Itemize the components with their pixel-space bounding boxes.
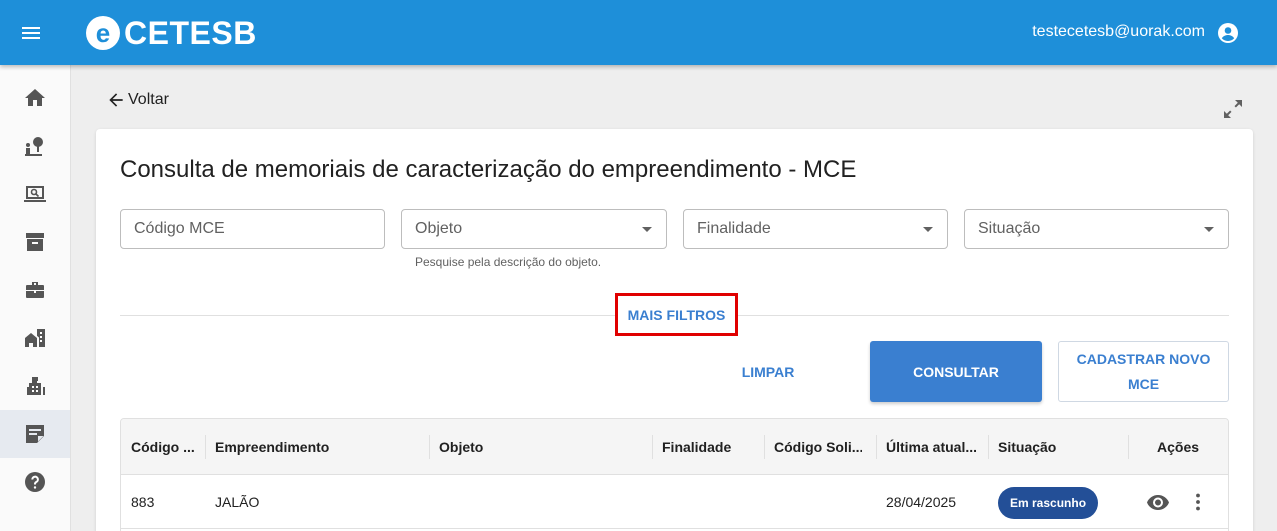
clear-button[interactable]: LIMPAR: [720, 341, 816, 402]
column-separator: [1128, 435, 1129, 459]
status-select[interactable]: Situação: [964, 209, 1229, 249]
results-table: Código ... Empreendimento Objeto Finalid…: [120, 418, 1229, 531]
edit-note-icon: [26, 425, 44, 443]
more-filters-button[interactable]: MAIS FILTROS: [615, 293, 738, 336]
column-separator: [652, 435, 653, 459]
code-mce-placeholder: Código MCE: [134, 220, 225, 237]
menu-icon[interactable]: [19, 21, 43, 45]
code-mce-input[interactable]: Código MCE: [120, 209, 385, 249]
column-header-last-update[interactable]: Última atual...: [886, 419, 976, 475]
laptop-search-icon: [24, 186, 46, 202]
search-card: Consulta de memoriais de caracterização …: [96, 129, 1253, 531]
column-header-code[interactable]: Código ...: [131, 419, 195, 475]
house-building-icon: [25, 329, 45, 347]
sidebar-item-briefcase[interactable]: [0, 266, 70, 314]
column-header-purpose[interactable]: Finalidade: [662, 419, 752, 475]
arrow-back-icon: [109, 93, 123, 107]
sidebar-item-archive[interactable]: [0, 218, 70, 266]
sidebar-item-home[interactable]: [0, 74, 70, 122]
sidebar-item-city[interactable]: [0, 362, 70, 410]
account-circle-icon[interactable]: [1216, 21, 1240, 45]
status-select-label: Situação: [978, 220, 1041, 237]
top-app-bar: e CETESB testecetesb@uorak.com: [0, 0, 1277, 65]
sidebar-item-mce[interactable]: [0, 410, 70, 458]
column-separator: [988, 435, 989, 459]
briefcase-icon: [26, 282, 44, 298]
cell-last-update: 28/04/2025: [886, 493, 957, 510]
search-button[interactable]: CONSULTAR: [870, 341, 1042, 402]
sidebar-item-laptop[interactable]: [0, 170, 70, 218]
sidebar: [0, 65, 71, 531]
dropdown-arrow-icon: [642, 227, 652, 232]
column-header-actions: Ações: [1157, 439, 1200, 455]
sidebar-item-buildings[interactable]: [0, 314, 70, 362]
column-separator: [764, 435, 765, 459]
city-icon: [27, 377, 45, 395]
logo-mark: e: [86, 16, 120, 50]
help-icon: [25, 472, 45, 492]
table-header: Código ... Empreendimento Objeto Finalid…: [121, 419, 1228, 475]
person-location-icon: [25, 137, 43, 156]
dropdown-arrow-icon: [923, 227, 933, 232]
object-hint: Pesquise pela descrição do objeto.: [415, 255, 602, 269]
archive-icon: [26, 233, 44, 251]
more-vert-icon[interactable]: [1186, 490, 1210, 514]
sidebar-item-location[interactable]: [0, 122, 70, 170]
logo-text: CETESB: [124, 14, 257, 51]
object-select[interactable]: Objeto: [401, 209, 667, 249]
column-header-request-code[interactable]: Código Soli...: [774, 419, 862, 475]
table-row[interactable]: 883 JALÃO 28/04/2025 Em rascunho: [121, 475, 1228, 529]
column-separator: [429, 435, 430, 459]
column-header-object[interactable]: Objeto: [439, 419, 639, 475]
cell-enterprise: JALÃO: [215, 493, 260, 510]
back-label: Voltar: [128, 91, 169, 108]
object-select-label: Objeto: [415, 220, 463, 237]
column-separator: [876, 435, 877, 459]
user-email: testecetesb@uorak.com: [1032, 23, 1205, 40]
view-icon[interactable]: [1146, 490, 1170, 514]
column-header-enterprise[interactable]: Empreendimento: [215, 419, 415, 475]
page-title: Consulta de memoriais de caracterização …: [120, 156, 857, 183]
cell-code: 883: [131, 493, 155, 510]
purpose-select[interactable]: Finalidade: [683, 209, 948, 249]
new-mce-button[interactable]: CADASTRAR NOVO MCE: [1058, 341, 1229, 402]
dropdown-arrow-icon: [1204, 227, 1214, 232]
home-icon: [25, 89, 45, 106]
column-separator: [205, 435, 206, 459]
column-header-status[interactable]: Situação: [998, 419, 1088, 475]
fullscreen-icon[interactable]: [1221, 97, 1245, 121]
back-link[interactable]: Voltar: [106, 90, 169, 110]
status-badge: Em rascunho: [998, 487, 1099, 519]
purpose-select-label: Finalidade: [697, 220, 771, 237]
sidebar-item-help[interactable]: [0, 458, 70, 506]
cetesb-logo[interactable]: e CETESB: [86, 14, 257, 52]
